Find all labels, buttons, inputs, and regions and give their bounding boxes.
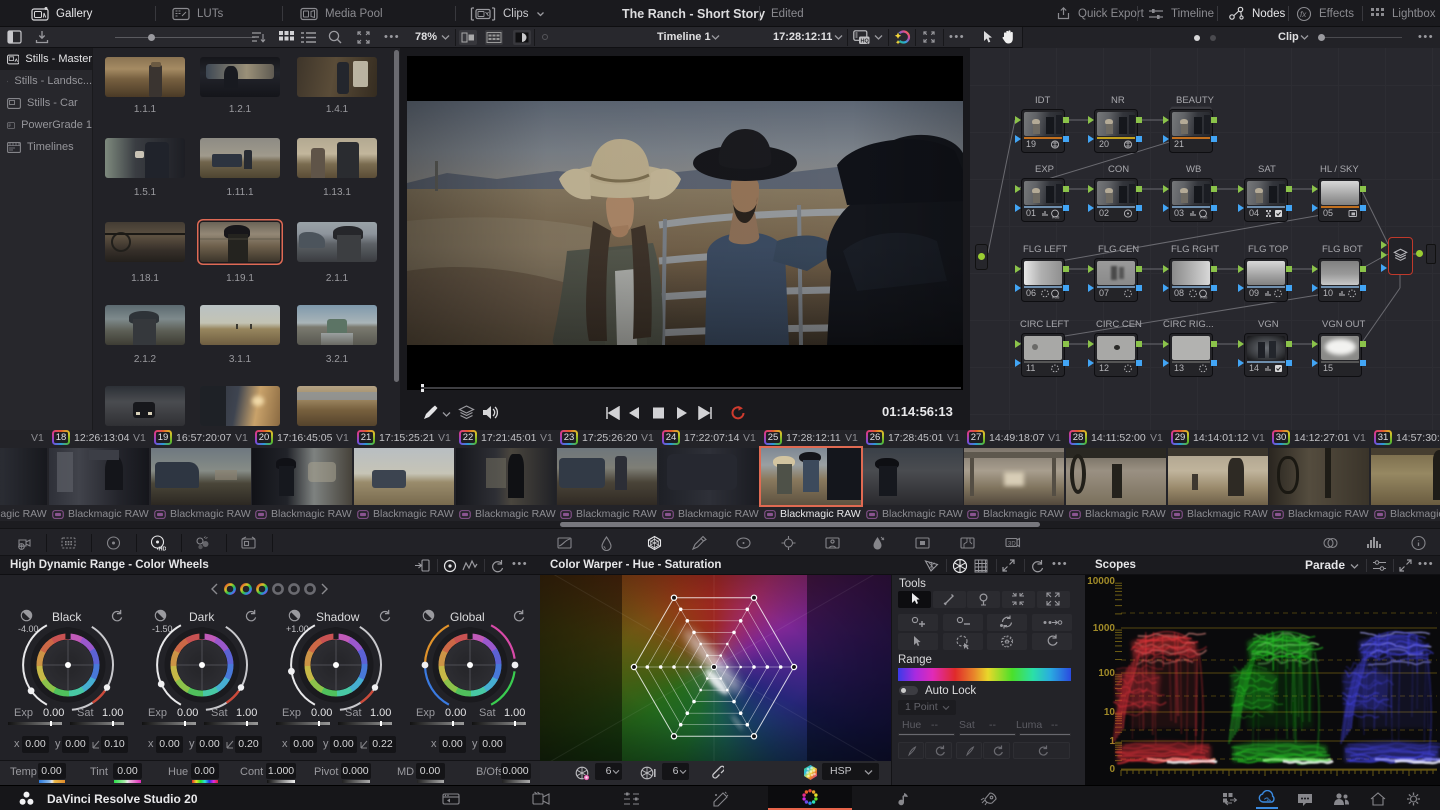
svg-text:RGB: RGB	[1052, 296, 1060, 300]
svg-text:RGB: RGB	[1200, 296, 1208, 300]
svg-text:RGB: RGB	[1200, 216, 1208, 220]
svg-text:3D: 3D	[1008, 542, 1016, 548]
svg-text:RGB: RGB	[1052, 216, 1060, 220]
svg-text:fx: fx	[1300, 10, 1307, 19]
svg-text:HDR: HDR	[159, 547, 167, 552]
svg-text:HQ: HQ	[861, 39, 870, 45]
